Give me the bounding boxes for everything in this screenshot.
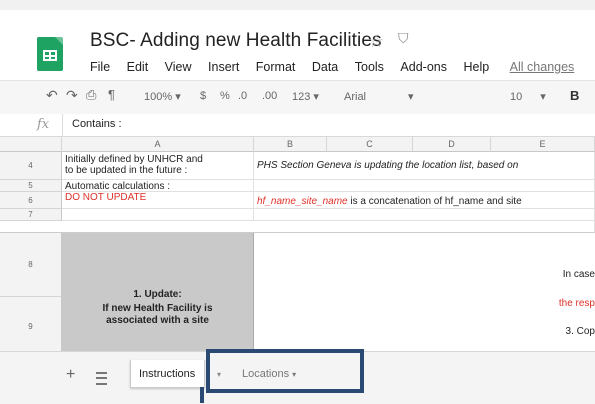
font-select[interactable]: Arial ▾ bbox=[344, 90, 414, 103]
row-header-7[interactable]: 7 bbox=[0, 209, 62, 221]
decrease-decimal-button[interactable]: .0 bbox=[238, 90, 247, 102]
row-header-6[interactable]: 6 bbox=[0, 192, 62, 209]
fx-icon: fx bbox=[37, 117, 50, 132]
folder-icon[interactable]: ⛉ bbox=[398, 30, 412, 46]
sheet-tab-bar: + Instructions ▾ Locations ▾ bbox=[0, 351, 595, 404]
tab-locations[interactable]: Locations ▾ bbox=[234, 360, 334, 388]
update-step-title: 1. Update: bbox=[133, 289, 182, 300]
menu-bar: File Edit View Insert Format Data Tools … bbox=[90, 60, 587, 74]
currency-button[interactable]: $ bbox=[200, 90, 206, 102]
column-header-d[interactable]: D bbox=[413, 137, 491, 152]
menu-file[interactable]: File bbox=[90, 60, 110, 74]
corner-header[interactable] bbox=[0, 137, 62, 152]
formula-divider bbox=[62, 114, 63, 136]
increase-decimal-button[interactable]: .00 bbox=[262, 90, 277, 102]
menu-tools[interactable]: Tools bbox=[355, 60, 384, 74]
column-header-a[interactable]: A bbox=[62, 137, 254, 152]
formula-bar: fx Contains : bbox=[0, 114, 595, 137]
zoom-select[interactable]: 100% ▾ bbox=[144, 90, 181, 103]
menu-add-ons[interactable]: Add-ons bbox=[400, 60, 447, 74]
cell-b6[interactable]: hf_name_site_name is a concatenation of … bbox=[254, 192, 595, 209]
right-text-3: 3. Cop bbox=[565, 326, 595, 337]
column-header-e[interactable]: E bbox=[491, 137, 595, 152]
sheets-logo-icon[interactable] bbox=[37, 37, 63, 71]
menu-insert[interactable]: Insert bbox=[208, 60, 239, 74]
cell-b4[interactable]: PHS Section Geneva is updating the locat… bbox=[254, 152, 595, 180]
all-sheets-icon[interactable] bbox=[96, 372, 107, 385]
update-step-line2: If new Health Facility is bbox=[102, 303, 213, 314]
app-header: BSC- Adding new Health Facilities ☆ ⛉ Fi… bbox=[0, 10, 595, 78]
tab-locations-caret-icon[interactable]: ▾ bbox=[292, 370, 296, 379]
cell-a7[interactable] bbox=[62, 209, 254, 221]
document-title[interactable]: BSC- Adding new Health Facilities bbox=[90, 30, 382, 52]
row-spacer bbox=[0, 221, 595, 233]
menu-view[interactable]: View bbox=[165, 60, 192, 74]
percent-button[interactable]: % bbox=[220, 90, 230, 102]
cell-b6-highlight: hf_name_site_name bbox=[257, 196, 348, 207]
cell-b8-merged[interactable]: In case the resp 3. Cop bbox=[254, 233, 595, 351]
row-header-8[interactable]: 8 bbox=[0, 233, 62, 297]
row-header-9[interactable]: 9 bbox=[0, 297, 62, 351]
cell-b7[interactable] bbox=[254, 209, 595, 221]
number-format-select[interactable]: 123 ▾ bbox=[292, 90, 319, 103]
menu-help[interactable]: Help bbox=[463, 60, 489, 74]
row-header-5[interactable]: 5 bbox=[0, 180, 62, 192]
update-step-line3: associated with a site bbox=[106, 315, 209, 326]
column-header-c[interactable]: C bbox=[327, 137, 413, 152]
spreadsheet-grid: A B C D E 4 Initially defined by UNHCR a… bbox=[0, 137, 595, 351]
all-changes-link[interactable]: All changes bbox=[510, 60, 575, 74]
highlight-pointer bbox=[200, 387, 204, 403]
paint-format-icon[interactable]: ¶ bbox=[108, 87, 115, 102]
cell-a6[interactable]: DO NOT UPDATE bbox=[62, 192, 254, 209]
print-icon[interactable]: ⎙ bbox=[86, 87, 96, 103]
cell-a4-line1: Initially defined by UNHCR and bbox=[65, 154, 203, 165]
cell-a8-merged[interactable]: 1. Update: If new Health Facility is ass… bbox=[62, 233, 254, 351]
cell-a4-line2: to be updated in the future : bbox=[65, 165, 188, 176]
formula-input[interactable]: Contains : bbox=[72, 118, 122, 130]
menu-edit[interactable]: Edit bbox=[127, 60, 149, 74]
star-icon[interactable]: ☆ bbox=[368, 31, 384, 52]
menu-data[interactable]: Data bbox=[312, 60, 338, 74]
cell-b6-text: is a concatenation of hf_name and site bbox=[347, 196, 522, 207]
bold-button[interactable]: B bbox=[570, 88, 579, 103]
redo-icon[interactable]: ↷ bbox=[66, 87, 78, 104]
cell-b5[interactable] bbox=[254, 180, 595, 192]
menu-format[interactable]: Format bbox=[256, 60, 296, 74]
undo-icon[interactable]: ↶ bbox=[46, 87, 58, 104]
cell-a4[interactable]: Initially defined by UNHCR and to be upd… bbox=[62, 152, 254, 180]
right-text-2: the resp bbox=[558, 298, 595, 309]
font-size-select[interactable]: 10 ▾ bbox=[510, 90, 546, 103]
cell-a5[interactable]: Automatic calculations : bbox=[62, 180, 254, 192]
toolbar: ↶ ↷ ⎙ ¶ 100% ▾ $ % .0 .00 123 ▾ Arial ▾ 1… bbox=[0, 80, 595, 115]
tab-instructions-caret-icon[interactable]: ▾ bbox=[217, 370, 221, 379]
right-text-1: In case bbox=[562, 269, 595, 280]
tab-instructions[interactable]: Instructions bbox=[130, 360, 205, 388]
add-sheet-icon[interactable]: + bbox=[66, 366, 75, 384]
column-header-b[interactable]: B bbox=[254, 137, 327, 152]
row-header-4[interactable]: 4 bbox=[0, 152, 62, 180]
